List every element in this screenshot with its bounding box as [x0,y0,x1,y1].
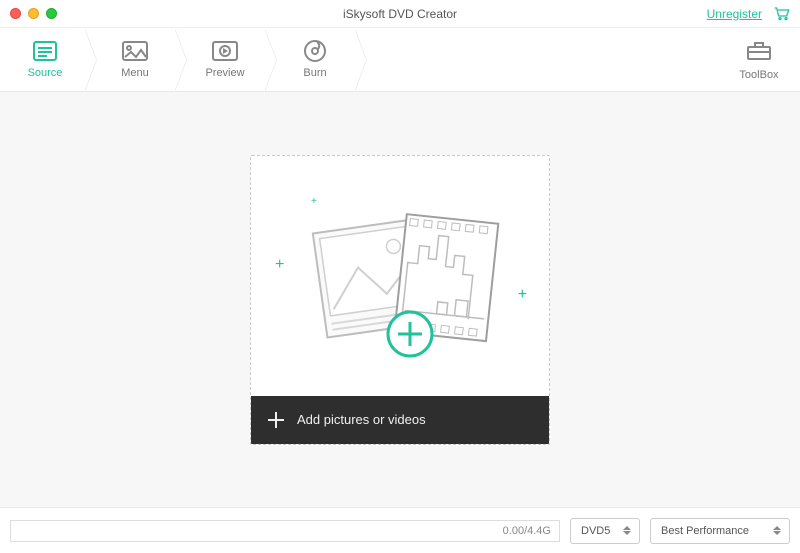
step-divider-icon [354,28,366,92]
tab-label: Burn [303,67,326,79]
source-icon [32,40,58,62]
dropzone-illustration: + + + [251,156,549,396]
burn-icon [302,40,328,62]
toolbox-button[interactable]: ToolBox [724,28,794,92]
tab-label: Preview [205,67,244,79]
toolbox-icon [746,39,772,64]
bottom-bar: 0.00/4.4G DVD5 Best Performance [0,507,800,553]
main-area: + + + [0,92,800,507]
capacity-bar: 0.00/4.4G [10,520,560,542]
stepper-icon [773,526,783,535]
dropzone-label: Add pictures or videos [297,412,426,427]
disc-type-select[interactable]: DVD5 [570,518,640,544]
title-bar: iSkysoft DVD Creator Unregister [0,0,800,28]
dropzone-footer[interactable]: Add pictures or videos [251,396,549,444]
quality-select[interactable]: Best Performance [650,518,790,544]
step-divider-icon [84,28,96,92]
fullscreen-window-icon[interactable] [46,8,57,19]
quality-value: Best Performance [661,525,749,537]
plus-icon [267,411,285,429]
step-tabs: Source Menu Preview [0,28,800,92]
tab-source[interactable]: Source [6,28,84,92]
sparkle-icon: + [275,256,284,274]
step-divider-icon [264,28,276,92]
dropzone[interactable]: + + + [250,155,550,445]
cart-icon[interactable] [774,7,790,21]
minimize-window-icon[interactable] [28,8,39,19]
window-controls [10,8,57,19]
unregister-link[interactable]: Unregister [707,7,762,21]
tab-label: Menu [121,67,149,79]
sparkle-icon: + [518,286,527,304]
close-window-icon[interactable] [10,8,21,19]
stepper-icon [623,526,633,535]
tab-label: Source [28,67,63,79]
disc-type-value: DVD5 [581,525,610,537]
toolbox-label: ToolBox [739,69,778,81]
menu-icon [122,40,148,62]
capacity-text: 0.00/4.4G [503,525,551,537]
media-placeholder-icon [290,186,510,366]
step-divider-icon [174,28,186,92]
tab-preview[interactable]: Preview [186,28,264,92]
tab-menu[interactable]: Menu [96,28,174,92]
tab-burn[interactable]: Burn [276,28,354,92]
preview-icon [212,40,238,62]
app-title: iSkysoft DVD Creator [0,7,800,21]
